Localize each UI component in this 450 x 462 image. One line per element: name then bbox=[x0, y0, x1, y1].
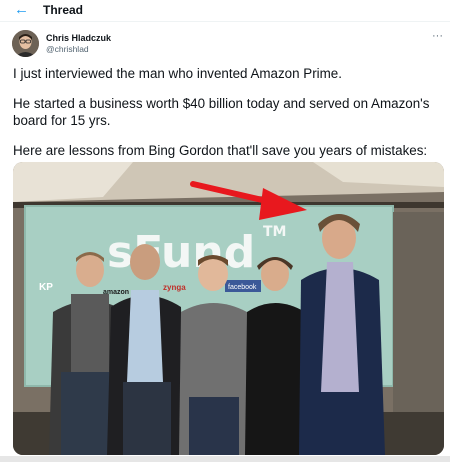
arrow-left-icon[interactable]: ← bbox=[14, 0, 29, 20]
avatar[interactable] bbox=[12, 30, 39, 57]
thread-header: ← Thread bbox=[0, 0, 450, 22]
tweet-text-line-3: Here are lessons from Bing Gordon that'l… bbox=[13, 143, 428, 158]
svg-text:zynga: zynga bbox=[163, 283, 186, 292]
more-options-icon[interactable]: ··· bbox=[432, 30, 443, 42]
svg-text:sFund: sFund bbox=[107, 227, 255, 278]
page-title: Thread bbox=[43, 3, 84, 17]
bottom-bar bbox=[0, 456, 450, 462]
author-handle[interactable]: @chrishlad bbox=[46, 44, 89, 55]
tweet-text-line-1: I just interviewed the man who invented … bbox=[13, 66, 342, 81]
author-name[interactable]: Chris Hladczuk bbox=[46, 33, 111, 44]
svg-text:facebook: facebook bbox=[228, 284, 257, 291]
tweet-photo[interactable]: sFund TM KP amazon zynga facebook bbox=[13, 162, 444, 455]
tweet-text-line-2: He started a business worth $40 billion … bbox=[13, 96, 430, 128]
svg-text:KP: KP bbox=[39, 282, 53, 293]
svg-text:TM: TM bbox=[263, 224, 286, 240]
